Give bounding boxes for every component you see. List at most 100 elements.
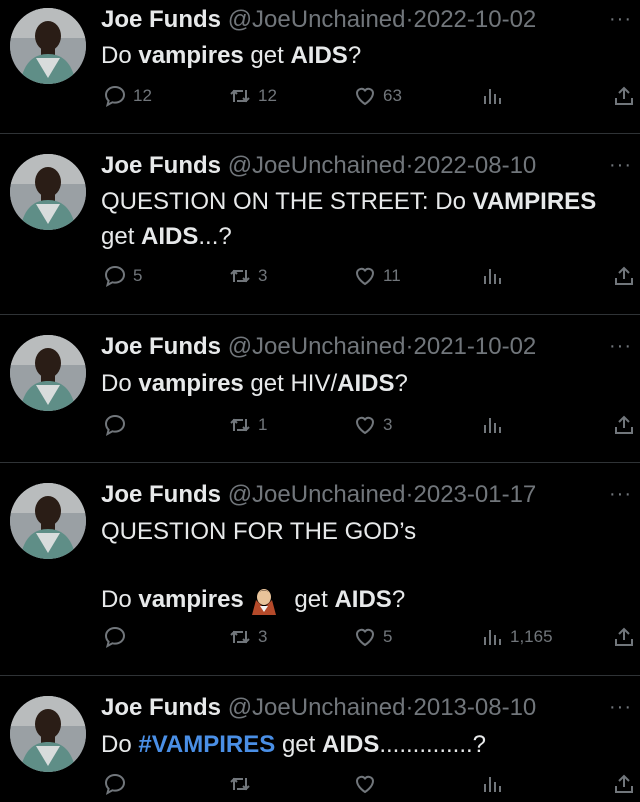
retweet-icon	[228, 413, 252, 437]
date[interactable]: 2023-01-17	[414, 481, 537, 508]
separator: ·	[405, 481, 414, 508]
retweet-button[interactable]: 3	[228, 264, 267, 288]
avatar[interactable]	[10, 154, 86, 230]
tweet-header: Joe Funds @JoeUnchained·2022-08-10	[101, 152, 536, 180]
separator: ·	[405, 6, 414, 33]
retweet-button[interactable]: 1	[228, 413, 267, 437]
vampire-emoji-icon	[250, 586, 278, 616]
handle[interactable]: @JoeUnchained	[228, 333, 406, 360]
action-bar: 3 5 1,165	[0, 625, 640, 655]
views-button[interactable]: 1,165	[480, 625, 553, 649]
tweet-header: Joe Funds @JoeUnchained·2013-08-10	[101, 694, 536, 722]
views-icon	[480, 264, 504, 288]
views-icon	[480, 772, 504, 796]
tweet[interactable]: Joe Funds @JoeUnchained·2013-08-10 ··· D…	[0, 676, 640, 799]
like-button[interactable]: 5	[353, 625, 392, 649]
like-button[interactable]: 3	[353, 413, 392, 437]
display-name[interactable]: Joe Funds	[101, 152, 221, 179]
avatar[interactable]	[10, 696, 86, 772]
handle[interactable]: @JoeUnchained	[228, 481, 406, 508]
reply-button[interactable]: 5	[103, 264, 142, 288]
reply-icon	[103, 625, 127, 649]
reply-icon	[103, 772, 127, 796]
like-button[interactable]: 63	[353, 84, 402, 108]
retweet-icon	[228, 84, 252, 108]
share-button[interactable]	[612, 772, 640, 796]
tweet-header: Joe Funds @JoeUnchained·2022-10-02	[101, 6, 536, 34]
more-icon[interactable]: ···	[609, 8, 632, 31]
display-name[interactable]: Joe Funds	[101, 694, 221, 721]
retweet-button[interactable]: 12	[228, 84, 277, 108]
share-button[interactable]	[612, 84, 640, 108]
tweet-text: Do vampires get AIDS?	[101, 42, 362, 69]
like-button[interactable]	[353, 772, 383, 796]
handle[interactable]: @JoeUnchained	[228, 6, 406, 33]
share-icon	[612, 413, 636, 437]
share-button[interactable]	[612, 413, 640, 437]
separator: ·	[405, 333, 414, 360]
date[interactable]: 2013-08-10	[414, 694, 537, 721]
tweet[interactable]: Joe Funds @JoeUnchained·2021-10-02 ··· D…	[0, 315, 640, 463]
tweet-header: Joe Funds @JoeUnchained·2021-10-02	[101, 333, 536, 361]
tweet-text: QUESTION FOR THE GOD’s Do vampires get A…	[101, 514, 631, 617]
tweet[interactable]: Joe Funds @JoeUnchained·2023-01-17 ··· Q…	[0, 463, 640, 676]
hashtag-link[interactable]: #VAMPIRES	[138, 731, 275, 758]
separator: ·	[405, 694, 414, 721]
views-button[interactable]	[480, 264, 510, 288]
reply-button[interactable]	[103, 625, 133, 649]
reply-count: 5	[133, 266, 143, 285]
action-bar: 1 3	[0, 413, 640, 443]
handle[interactable]: @JoeUnchained	[228, 694, 406, 721]
avatar[interactable]	[10, 483, 86, 559]
tweet[interactable]: Joe Funds @JoeUnchained·2022-08-10 ··· Q…	[0, 134, 640, 315]
retweet-button[interactable]: 3	[228, 625, 267, 649]
avatar[interactable]	[10, 8, 86, 84]
tweet-text: Do vampires get HIV/AIDS?	[101, 370, 408, 397]
more-icon[interactable]: ···	[609, 154, 632, 177]
share-icon	[612, 264, 636, 288]
more-icon[interactable]: ···	[609, 335, 632, 358]
reply-button[interactable]	[103, 772, 133, 796]
views-button[interactable]	[480, 84, 510, 108]
action-bar: 12 12 63	[0, 84, 640, 114]
reply-button[interactable]: 12	[103, 84, 152, 108]
like-icon	[353, 264, 377, 288]
handle[interactable]: @JoeUnchained	[228, 152, 406, 179]
share-button[interactable]	[612, 264, 640, 288]
like-icon	[353, 625, 377, 649]
more-icon[interactable]: ···	[609, 483, 632, 506]
action-bar: 5 3 11	[0, 264, 640, 294]
retweet-icon	[228, 772, 252, 796]
tweet[interactable]: Joe Funds @JoeUnchained·2022-10-02 ··· D…	[0, 0, 640, 134]
reply-icon	[103, 84, 127, 108]
views-count: 1,165	[510, 627, 553, 646]
display-name[interactable]: Joe Funds	[101, 333, 221, 360]
more-icon[interactable]: ···	[609, 696, 632, 719]
reply-button[interactable]	[103, 413, 133, 437]
retweet-count: 3	[258, 627, 268, 646]
date[interactable]: 2022-08-10	[414, 152, 537, 179]
tweet-text: QUESTION ON THE STREET: Do VAMPIRES get …	[101, 188, 597, 250]
date[interactable]: 2022-10-02	[414, 6, 537, 33]
retweet-count: 3	[258, 266, 268, 285]
retweet-count: 1	[258, 415, 268, 434]
views-icon	[480, 84, 504, 108]
views-icon	[480, 625, 504, 649]
like-button[interactable]: 11	[353, 264, 401, 288]
reply-icon	[103, 413, 127, 437]
display-name[interactable]: Joe Funds	[101, 481, 221, 508]
retweet-button[interactable]	[228, 772, 258, 796]
views-button[interactable]	[480, 413, 510, 437]
share-icon	[612, 84, 636, 108]
display-name[interactable]: Joe Funds	[101, 6, 221, 33]
avatar[interactable]	[10, 335, 86, 411]
like-icon	[353, 413, 377, 437]
share-button[interactable]	[612, 625, 640, 649]
date[interactable]: 2021-10-02	[414, 333, 537, 360]
tweet-text: Do #VAMPIRES get AIDS..............?	[101, 731, 487, 758]
like-icon	[353, 772, 377, 796]
views-icon	[480, 413, 504, 437]
retweet-icon	[228, 264, 252, 288]
tweet-header: Joe Funds @JoeUnchained·2023-01-17	[101, 481, 536, 509]
views-button[interactable]	[480, 772, 510, 796]
